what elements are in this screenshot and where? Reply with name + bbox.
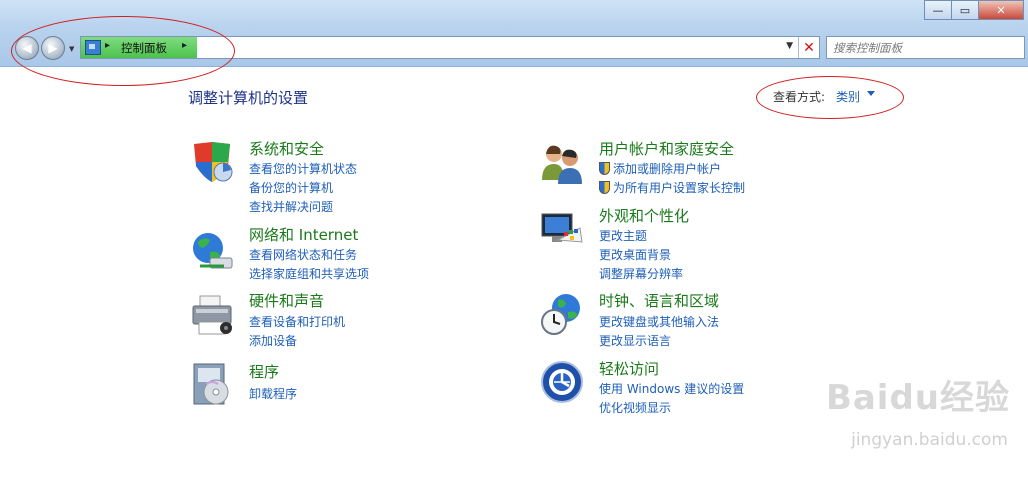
- link-change-keyboard[interactable]: 更改键盘或其他输入法: [599, 313, 719, 330]
- link-screen-resolution[interactable]: 调整屏幕分辨率: [599, 265, 683, 282]
- link-network-status[interactable]: 查看网络状态和任务: [249, 246, 357, 263]
- link-optimize-video[interactable]: 优化视频显示: [599, 399, 671, 416]
- ease-of-access-icon[interactable]: [540, 360, 584, 404]
- title-bar: — ▭ ✕ ◀ ▶ ▼ ▸ 控制面板 ▸ ▼ ✕: [0, 0, 1028, 67]
- back-arrow-icon: ◀: [22, 41, 32, 55]
- back-button[interactable]: ◀: [15, 36, 39, 60]
- category-title[interactable]: 时钟、语言和区域: [599, 290, 719, 311]
- breadcrumb-control-panel[interactable]: 控制面板: [121, 40, 167, 56]
- link-label[interactable]: 为所有用户设置家长控制: [613, 181, 745, 195]
- page-title: 调整计算机的设置: [188, 89, 309, 107]
- link-desktop-background[interactable]: 更改桌面背景: [599, 246, 671, 263]
- search-box[interactable]: [826, 36, 1025, 59]
- close-button[interactable]: ✕: [978, 0, 1024, 20]
- address-dropdown-icon[interactable]: ▼: [786, 41, 793, 51]
- category-title[interactable]: 用户帐户和家庭安全: [599, 138, 734, 159]
- category-title[interactable]: 硬件和声音: [249, 290, 324, 311]
- link-devices-printers[interactable]: 查看设备和打印机: [249, 313, 345, 330]
- category-title[interactable]: 网络和 Internet: [249, 224, 358, 245]
- link-uninstall-program[interactable]: 卸载程序: [249, 385, 297, 402]
- address-bar[interactable]: ▸ 控制面板 ▸ ▼ ✕: [80, 36, 820, 59]
- watermark-url: jingyan.baidu.com: [851, 430, 1008, 450]
- uac-shield-icon: [599, 162, 610, 175]
- watermark-logo: Baidu经验: [825, 378, 1010, 418]
- link-view-computer-status[interactable]: 查看您的计算机状态: [249, 160, 357, 177]
- link-add-remove-users[interactable]: 添加或删除用户帐户: [599, 160, 721, 177]
- link-backup-computer[interactable]: 备份您的计算机: [249, 179, 333, 196]
- network-globe-icon[interactable]: [190, 228, 234, 272]
- breadcrumb: ▸ 控制面板 ▸: [81, 37, 197, 58]
- monitor-palette-icon[interactable]: [540, 210, 584, 254]
- printer-icon[interactable]: [190, 294, 234, 338]
- link-label[interactable]: 添加或删除用户帐户: [613, 162, 721, 176]
- view-by-label: 查看方式:: [773, 90, 826, 104]
- users-icon[interactable]: [540, 140, 584, 184]
- category-title[interactable]: 系统和安全: [249, 138, 324, 159]
- link-add-device[interactable]: 添加设备: [249, 332, 297, 349]
- shield-security-icon[interactable]: [190, 140, 234, 184]
- forward-button[interactable]: ▶: [41, 36, 65, 60]
- maximize-button[interactable]: ▭: [952, 0, 978, 20]
- recent-pages-dropdown[interactable]: ▼: [69, 45, 74, 53]
- link-change-display-language[interactable]: 更改显示语言: [599, 332, 671, 349]
- breadcrumb-arrow-icon[interactable]: ▸: [182, 40, 187, 51]
- window-controls: — ▭ ✕: [924, 0, 1024, 20]
- category-title[interactable]: 外观和个性化: [599, 205, 689, 226]
- category-title[interactable]: 轻松访问: [599, 358, 659, 379]
- link-parental-controls[interactable]: 为所有用户设置家长控制: [599, 179, 745, 196]
- link-homegroup-sharing[interactable]: 选择家庭组和共享选项: [249, 265, 369, 282]
- clock-globe-icon[interactable]: [540, 292, 584, 336]
- control-panel-icon: [85, 40, 101, 55]
- chevron-down-icon[interactable]: [867, 91, 875, 96]
- search-input[interactable]: [827, 38, 1003, 58]
- category-title[interactable]: 程序: [249, 361, 279, 382]
- link-windows-recommended-settings[interactable]: 使用 Windows 建议的设置: [599, 380, 744, 397]
- breadcrumb-arrow-icon[interactable]: ▸: [105, 40, 110, 51]
- link-troubleshoot[interactable]: 查找并解决问题: [249, 198, 333, 215]
- view-by-dropdown[interactable]: 类别: [836, 88, 860, 105]
- forward-arrow-icon: ▶: [48, 41, 58, 55]
- programs-disc-icon[interactable]: [190, 362, 234, 406]
- link-change-theme[interactable]: 更改主题: [599, 227, 647, 244]
- uac-shield-icon: [599, 181, 610, 194]
- stop-icon[interactable]: ✕: [798, 37, 819, 58]
- minimize-button[interactable]: —: [924, 0, 952, 20]
